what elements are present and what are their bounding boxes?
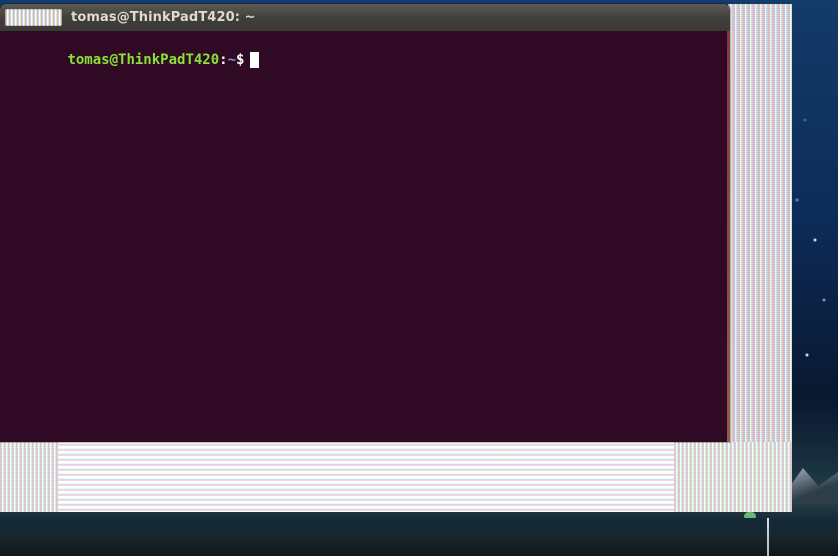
prompt-dollar: $ (236, 52, 245, 68)
terminal-window: tomas@ThinkPadT420: ~ tomas@ThinkPadT420… (0, 4, 730, 442)
window-controls[interactable] (5, 9, 62, 26)
prompt-user-host: tomas@ThinkPadT420 (67, 52, 220, 68)
window-titlebar[interactable]: tomas@ThinkPadT420: ~ (0, 4, 730, 31)
prompt-colon: : (219, 52, 228, 68)
desktop-background: tomas@ThinkPadT420: ~ tomas@ThinkPadT420… (0, 0, 838, 556)
shell-prompt: tomas@ThinkPadT420:~$ (0, 36, 260, 84)
window-title: tomas@ThinkPadT420: ~ (71, 10, 256, 25)
screen-artifact-right (728, 4, 792, 512)
screen-artifact-bottom (0, 442, 792, 512)
text-cursor (250, 52, 260, 68)
terminal-right-edge (727, 31, 730, 442)
terminal-output-area[interactable]: tomas@ThinkPadT420:~$ (0, 31, 730, 442)
prompt-working-directory: ~ (227, 52, 237, 68)
desktop-icon (744, 512, 756, 518)
wallpaper-pole (767, 518, 769, 556)
